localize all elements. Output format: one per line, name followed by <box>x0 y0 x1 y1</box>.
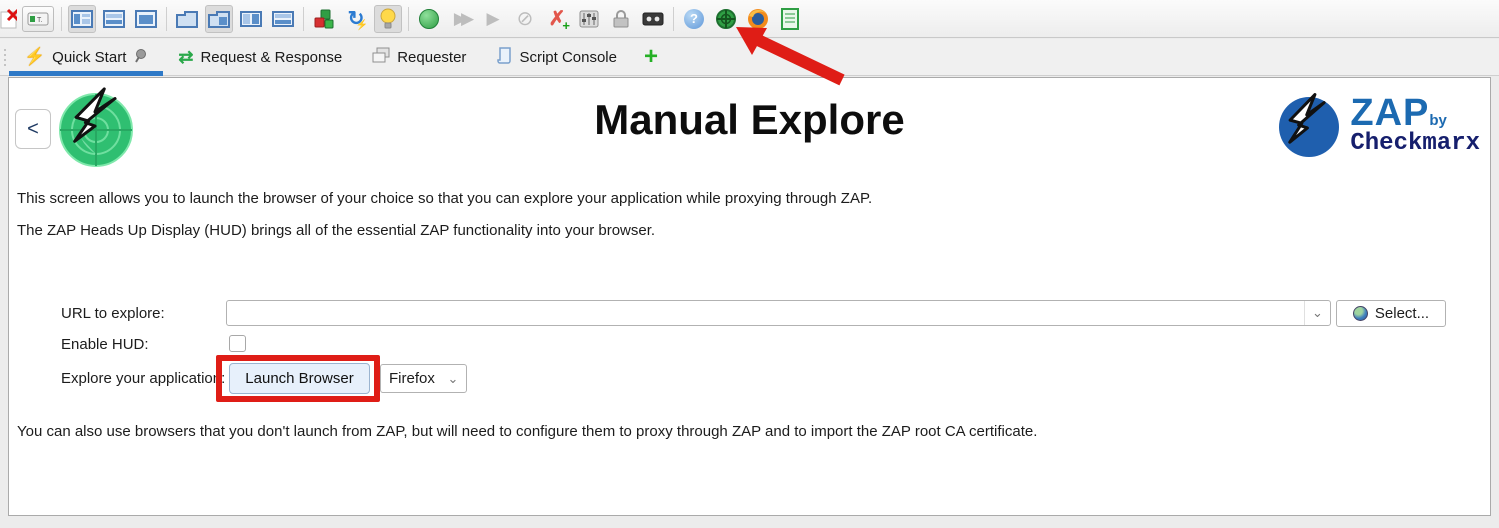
browser-dropdown-value: Firefox <box>389 370 435 387</box>
zap-target-icon[interactable] <box>712 5 740 33</box>
toolbar-separator <box>166 6 167 31</box>
enable-hud-label: Enable HUD: <box>61 336 149 353</box>
record-icon[interactable] <box>415 5 443 33</box>
new-tab-button[interactable]: + <box>632 39 670 75</box>
mode-selector[interactable]: T. <box>22 5 54 32</box>
zap-bolt-logo-icon <box>1279 93 1340 157</box>
window-tab-tree-icon[interactable] <box>205 4 233 33</box>
url-input[interactable] <box>227 301 1304 325</box>
brand-checkmarx: Checkmarx <box>1350 130 1480 157</box>
continue-icon[interactable]: ▶ <box>479 5 507 33</box>
layout-horizontal-icon[interactable] <box>100 5 128 33</box>
layout-full-screen-icon[interactable] <box>132 5 160 33</box>
pin-icon[interactable] <box>133 48 148 67</box>
intro-paragraph-2: The ZAP Heads Up Display (HUD) brings al… <box>17 222 656 239</box>
cassette-icon[interactable] <box>639 5 667 33</box>
request-response-icon: ⇄ <box>178 46 194 67</box>
firefox-icon[interactable] <box>744 5 772 33</box>
hud-lightbulb-icon[interactable] <box>374 4 402 33</box>
select-site-button[interactable]: Select... <box>1336 300 1446 327</box>
options-sliders-icon[interactable] <box>575 5 603 33</box>
plus-icon: + <box>643 43 658 70</box>
tabbar-grip[interactable] <box>0 39 9 75</box>
manage-addons-icon[interactable] <box>310 5 338 33</box>
tab-quick-start[interactable]: ⚡ Quick Start <box>9 39 164 76</box>
enable-hud-checkbox[interactable] <box>229 335 246 352</box>
layout-maximize-icon[interactable] <box>68 4 96 33</box>
quick-start-panel: < Manual Explore ZAPby Checkmarx This sc… <box>8 77 1491 516</box>
new-session-icon[interactable] <box>0 5 17 33</box>
script-console-icon <box>496 46 512 68</box>
page-title: Manual Explore <box>594 96 905 143</box>
tab-requester[interactable]: Requester <box>357 39 481 75</box>
explore-application-label: Explore your application: <box>61 370 226 387</box>
step-icon[interactable]: ▶▶ <box>447 5 475 33</box>
tab-script-console[interactable]: Script Console <box>481 39 632 75</box>
window-tab-columns-icon[interactable] <box>237 5 265 33</box>
intro-paragraph-1: This screen allows you to launch the bro… <box>17 190 873 207</box>
tab-request-response[interactable]: ⇄ Request & Response <box>163 39 357 75</box>
tab-label: Script Console <box>519 48 617 66</box>
tab-label: Quick Start <box>52 48 127 66</box>
tab-label: Request & Response <box>200 48 343 66</box>
window-tab-plain-icon[interactable] <box>173 5 201 33</box>
brand-by: by <box>1429 112 1447 129</box>
main-toolbar: T. ↻ ⚡ ▶▶ ▶ ⊘ ✗ + ? <box>0 0 1499 38</box>
browser-dropdown[interactable]: Firefox ⌄ <box>380 364 467 393</box>
help-icon[interactable]: ? <box>680 5 708 33</box>
chevron-down-icon: ⌄ <box>447 370 459 386</box>
lock-icon[interactable] <box>607 5 635 33</box>
url-combobox[interactable]: ⌄ <box>226 300 1331 326</box>
footer-note: You can also use browsers that you don't… <box>17 423 1038 440</box>
window-tab-rows-icon[interactable] <box>269 5 297 33</box>
chevron-down-icon[interactable]: ⌄ <box>1304 301 1330 325</box>
toolbar-separator <box>408 6 409 31</box>
break-off-icon[interactable]: ⊘ <box>511 5 539 33</box>
toolbar-separator <box>61 6 62 31</box>
tab-label: Requester <box>397 48 467 66</box>
toolbar-separator <box>673 6 674 31</box>
url-label: URL to explore: <box>61 305 165 322</box>
svg-text:T.: T. <box>37 17 43 24</box>
toolbar-separator <box>303 6 304 31</box>
add-break-point-icon[interactable]: ✗ + <box>543 5 571 33</box>
notes-icon[interactable] <box>776 5 804 33</box>
check-updates-icon[interactable]: ↻ ⚡ <box>342 5 370 33</box>
globe-icon <box>1352 306 1368 321</box>
brand-zap: ZAP <box>1350 92 1430 134</box>
workspace-tabbar: ⚡ Quick Start ⇄ Request & Response Reque… <box>0 39 1499 76</box>
launch-browser-button[interactable]: Launch Browser <box>229 363 370 394</box>
requester-windows-icon <box>372 47 390 67</box>
zap-checkmarx-logo: ZAPby Checkmarx <box>1274 90 1480 160</box>
lightning-icon: ⚡ <box>24 47 46 66</box>
